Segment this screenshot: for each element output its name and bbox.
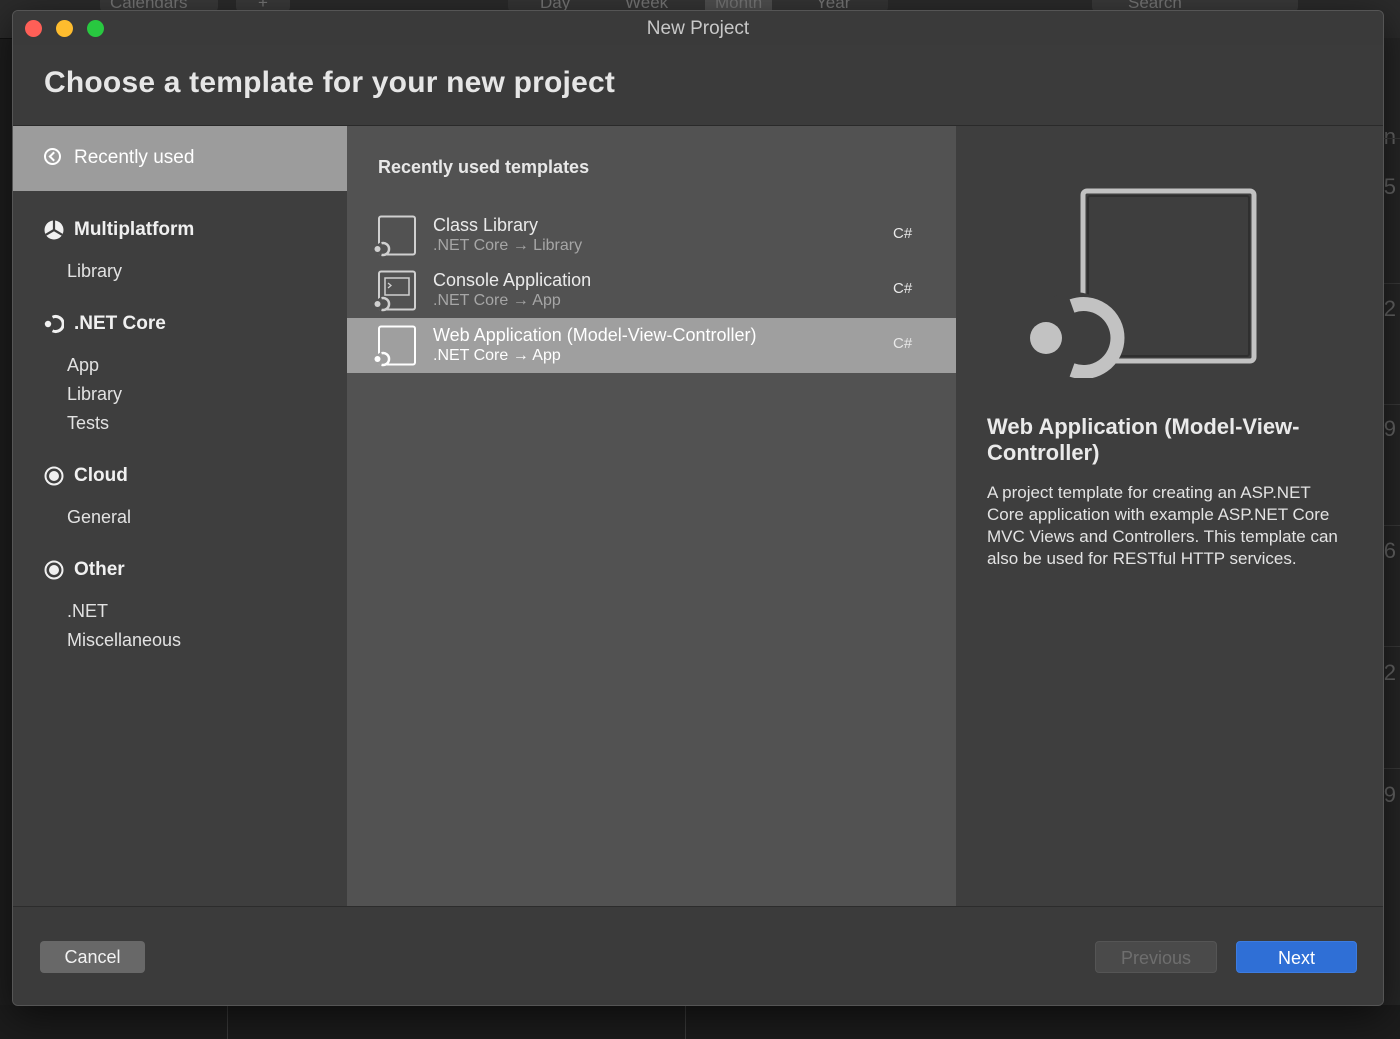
template-language: C# xyxy=(893,335,913,352)
background-calendar-edge: n 5 2 9 6 2 9 xyxy=(1382,38,1400,1039)
background-calendar-bottom xyxy=(0,1005,1400,1039)
sidebar-item-other-miscellaneous[interactable]: Miscellaneous xyxy=(67,630,181,651)
template-name: Web Application (Model-View-Controller) xyxy=(433,325,757,345)
sidebar-item-label: Recently used xyxy=(74,147,195,168)
sidebar-item-recently-used[interactable]: Recently used xyxy=(13,126,347,191)
bg-divider xyxy=(1382,646,1400,647)
bg-divider xyxy=(685,1005,686,1039)
previous-button[interactable]: Previous xyxy=(1095,941,1217,973)
sidebar-item-dotnet-tests[interactable]: Tests xyxy=(67,413,109,434)
class-library-template-icon xyxy=(374,215,416,257)
page-title: Choose a template for your new project xyxy=(44,66,616,99)
dotnet-core-icon xyxy=(44,315,64,333)
template-row-console-application[interactable]: Console Application .NET Core → App C# xyxy=(347,263,956,318)
template-meta: .NET Core → App xyxy=(433,347,561,364)
sidebar-category-label: Other xyxy=(74,559,125,580)
sidebar-item-dotnet-library[interactable]: Library xyxy=(67,384,122,405)
web-application-large-icon xyxy=(1028,188,1257,378)
sidebar-category-label: Multiplatform xyxy=(74,219,195,240)
category-sidebar: Recently used Multiplatform Library .NET… xyxy=(13,126,347,906)
next-button[interactable]: Next xyxy=(1236,941,1357,973)
other-icon xyxy=(44,560,64,580)
bg-edge-number: 9 xyxy=(1383,782,1396,807)
bg-edge-number: n xyxy=(1383,124,1396,149)
template-detail-panel: Web Application (Model-View-Controller) … xyxy=(956,126,1383,906)
console-application-template-icon xyxy=(374,270,416,312)
template-row-class-library[interactable]: Class Library .NET Core → Library C# xyxy=(347,208,956,263)
web-application-template-icon xyxy=(374,325,416,367)
sidebar-item-dotnet-app[interactable]: App xyxy=(67,355,99,376)
bg-divider xyxy=(1382,768,1400,769)
sidebar-item-multiplatform-library[interactable]: Library xyxy=(67,261,122,282)
bg-divider xyxy=(1382,138,1400,139)
new-project-dialog: New Project Choose a template for your n… xyxy=(12,10,1384,1006)
detail-title: Web Application (Model-View-Controller) xyxy=(987,414,1300,465)
cloud-icon xyxy=(44,466,64,486)
recent-clock-icon xyxy=(44,148,61,165)
window-title: New Project xyxy=(646,18,750,39)
sidebar-item-cloud-general[interactable]: General xyxy=(67,507,131,528)
template-language: C# xyxy=(893,280,913,297)
template-language: C# xyxy=(893,225,913,242)
sidebar-category-label: .NET Core xyxy=(74,313,166,334)
template-name: Class Library xyxy=(433,215,539,235)
template-row-web-application-mvc[interactable]: Web Application (Model-View-Controller) … xyxy=(347,318,956,373)
bg-edge-number: 9 xyxy=(1383,416,1396,441)
bg-edge-number: 2 xyxy=(1383,660,1396,685)
sidebar-category-label: Cloud xyxy=(74,465,128,486)
bg-edge-number: 5 xyxy=(1383,174,1396,199)
bg-edge-number: 6 xyxy=(1383,538,1396,563)
detail-description: A project template for creating an ASP.N… xyxy=(987,483,1338,568)
template-name: Console Application xyxy=(433,270,592,290)
bg-edge-number: 2 xyxy=(1383,296,1396,321)
bg-divider xyxy=(1382,404,1400,405)
bg-divider xyxy=(227,1005,228,1039)
dialog-header: Choose a template for your new project xyxy=(13,45,1383,126)
template-list-title: Recently used templates xyxy=(378,157,590,177)
bg-divider xyxy=(1382,283,1400,284)
template-meta: .NET Core → Library xyxy=(433,237,583,254)
template-list-panel: Recently used templates Class Library .N… xyxy=(347,126,956,906)
dialog-footer: Cancel Previous Next xyxy=(13,906,1383,1005)
sidebar-item-other-dotnet[interactable]: .NET xyxy=(67,601,108,622)
bg-divider xyxy=(1382,525,1400,526)
multiplatform-icon xyxy=(44,220,64,240)
template-meta: .NET Core → App xyxy=(433,292,561,309)
cancel-button[interactable]: Cancel xyxy=(40,941,145,973)
window-titlebar: New Project xyxy=(13,11,1383,46)
